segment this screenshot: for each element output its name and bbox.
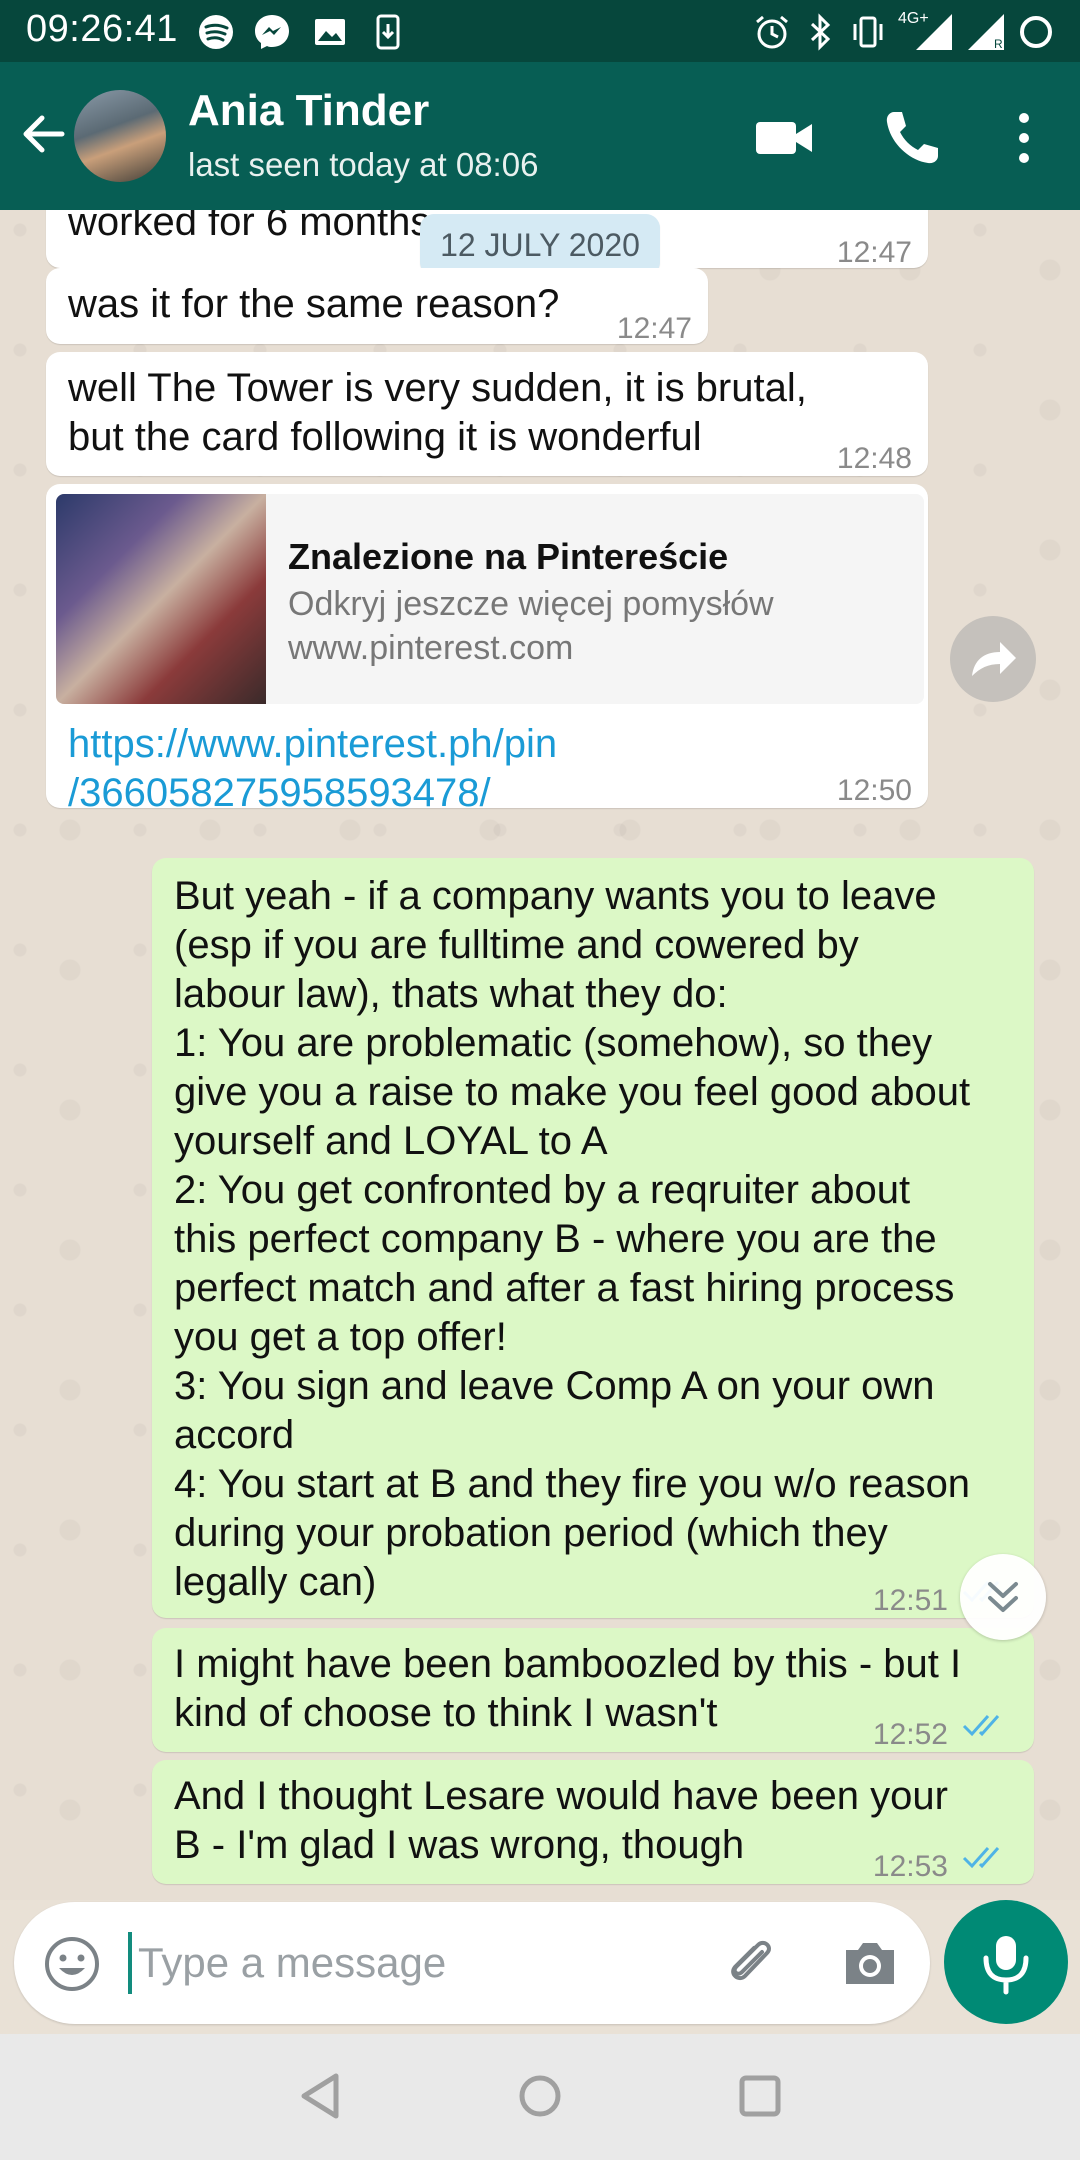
message-composer: Type a message — [14, 1902, 930, 2024]
message-text-line: And I thought Lesare would have been you… — [174, 1774, 948, 1818]
forward-icon — [972, 642, 1016, 676]
svg-text:R: R — [994, 37, 1003, 51]
message-time: 12:51 — [872, 1584, 948, 1617]
link-preview-desc-text: Odkryj jeszcze więcej pomysłów — [288, 585, 774, 623]
message-bubble-outgoing[interactable]: And I thought Lesare would have been you… — [152, 1760, 1034, 1884]
forward-button[interactable] — [950, 616, 1036, 702]
message-text-line: I might have been bamboozled by this - b… — [174, 1642, 962, 1686]
last-seen-status: last seen today at 08:06 — [188, 146, 539, 183]
system-nav-bar — [0, 2034, 1080, 2160]
message-text-line: well The Tower is very sudden, it is bru… — [68, 366, 807, 410]
message-input[interactable]: Type a message — [138, 1934, 446, 1992]
message-text-line: you get a top offer! — [174, 1315, 507, 1359]
message-bubble-outgoing[interactable]: I might have been bamboozled by this - b… — [152, 1628, 1034, 1752]
scroll-to-bottom-button[interactable] — [960, 1554, 1046, 1640]
message-time: 12:47 — [616, 312, 692, 345]
vibrate-icon — [853, 16, 883, 48]
back-arrow-icon[interactable] — [16, 106, 72, 162]
chat-header: Ania Tinder last seen today at 08:06 — [0, 62, 1080, 210]
message-text-line: during your probation period (which they — [174, 1511, 888, 1555]
message-bubble-incoming[interactable]: well The Tower is very sudden, it is bru… — [46, 352, 928, 476]
link-preview-description: Odkryj jeszcze więcej pomysłów www.pinte… — [288, 582, 774, 670]
message-text-line: accord — [174, 1413, 295, 1457]
message-text: worked for 6 months — [68, 210, 431, 244]
emoji-icon[interactable] — [42, 1934, 102, 1994]
message-bubble-outgoing[interactable]: But yeah - if a company wants you to lea… — [152, 858, 1034, 1618]
read-receipt-icon — [962, 1715, 1000, 1737]
more-vert-icon[interactable] — [1004, 106, 1044, 170]
voice-record-button[interactable] — [944, 1900, 1068, 2024]
contact-name[interactable]: Ania Tinder — [188, 86, 429, 136]
link-preview-domain: www.pinterest.com — [288, 629, 574, 667]
message-text-line: 1: You are problematic (somehow), so the… — [174, 1021, 933, 1065]
text-cursor — [128, 1932, 132, 1994]
messenger-icon — [255, 15, 289, 49]
link-preview-thumbnail — [56, 494, 266, 704]
message-text-line: kind of choose to think I wasn't — [174, 1691, 718, 1735]
message-bubble-link[interactable]: Znalezione na Pintereście Odkryj jeszcze… — [46, 484, 928, 815]
contact-avatar[interactable] — [74, 90, 166, 182]
nav-home-icon[interactable] — [510, 2066, 570, 2126]
message-link-line: https://www.pinterest.ph/pin — [68, 722, 558, 766]
message-text-line: yourself and LOYAL to A — [174, 1119, 608, 1163]
video-call-icon[interactable] — [754, 110, 814, 166]
message-text: was it for the same reason? — [68, 282, 560, 326]
message-text-line: give you a raise to make you feel good a… — [174, 1070, 971, 1114]
status-time: 09:26:41 — [26, 8, 178, 50]
message-text-line: But yeah - if a company wants you to lea… — [174, 874, 937, 918]
nav-back-icon[interactable] — [290, 2066, 350, 2126]
message-text-line: this perfect company B - where you are t… — [174, 1217, 937, 1261]
paperclip-icon[interactable] — [720, 1932, 782, 1994]
signal-icon — [916, 14, 952, 50]
spotify-icon — [199, 15, 233, 49]
message-time: 12:53 — [872, 1850, 948, 1883]
message-text-line: 4: You start at B and they fire you w/o … — [174, 1462, 971, 1506]
message-text-line: legally can) — [174, 1560, 377, 1604]
alarm-icon — [756, 15, 788, 49]
message-time: 12:48 — [836, 442, 912, 475]
message-time: 12:50 — [836, 774, 912, 807]
message-text-line: 3: You sign and leave Comp A on your own — [174, 1364, 935, 1408]
read-receipt-icon — [962, 1847, 1000, 1869]
nav-recents-icon[interactable] — [730, 2066, 790, 2126]
message-link[interactable]: https://www.pinterest.ph/pin /3660582759… — [68, 720, 557, 818]
message-link-line: /366058275958593478/ — [68, 771, 491, 815]
bluetooth-icon — [810, 13, 831, 51]
date-separator: 12 JULY 2020 — [420, 214, 660, 276]
double-chevron-down-icon — [988, 1582, 1018, 1612]
battery-saver-icon — [1020, 16, 1052, 48]
signal-icon-2: R — [968, 14, 1004, 51]
message-text-line: perfect match and after a fast hiring pr… — [174, 1266, 955, 1310]
camera-icon[interactable] — [840, 1934, 900, 1994]
link-preview-title: Znalezione na Pintereście — [288, 536, 729, 577]
message-bubble-incoming[interactable]: was it for the same reason? 12:47 — [46, 268, 708, 345]
status-bar: 09:26:41 4G+ R — [0, 0, 1080, 62]
link-preview-card[interactable]: Znalezione na Pintereście Odkryj jeszcze… — [56, 494, 924, 704]
message-time: 12:47 — [836, 236, 912, 269]
download-icon — [376, 14, 400, 50]
gallery-icon — [315, 19, 345, 45]
message-text-line: (esp if you are fulltime and cowered by — [174, 923, 859, 967]
message-text-line: but the card following it is wonderful — [68, 415, 702, 459]
phone-icon[interactable] — [880, 106, 944, 170]
message-text-line: labour law), thats what they do: — [174, 972, 728, 1016]
message-time: 12:52 — [872, 1718, 948, 1751]
message-text-line: B - I'm glad I was wrong, though — [174, 1823, 745, 1867]
mic-icon — [983, 1936, 1029, 1995]
message-text-line: 2: You get confronted by a reqruiter abo… — [174, 1168, 911, 1212]
chat-area[interactable]: worked for 6 months 12:47 12 JULY 2020 w… — [0, 210, 1080, 1900]
